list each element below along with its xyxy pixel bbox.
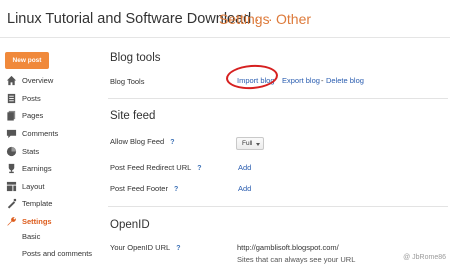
watermark: @ JbRome86 xyxy=(403,254,446,261)
trophy-icon xyxy=(8,163,15,174)
allow-feed-value: Full xyxy=(242,140,253,147)
blog-tools-label: Blog Tools xyxy=(110,77,145,86)
breadcrumb-other: Other xyxy=(276,11,312,27)
layout-icon xyxy=(6,181,17,192)
redirect-url-label: Post Feed Redirect URL xyxy=(110,163,192,172)
link-separator: - xyxy=(321,76,324,85)
wrench-icon xyxy=(7,217,16,226)
openid-url-value: http://gamblisoft.blogspot.com/ xyxy=(237,243,339,252)
help-icon[interactable]: ? xyxy=(197,165,201,172)
divider xyxy=(108,206,448,207)
help-icon[interactable]: ? xyxy=(170,139,174,146)
sidebar-item-layout[interactable]: Layout xyxy=(0,178,96,195)
comment-icon xyxy=(6,129,17,139)
header: Linux Tutorial and Software Download · S… xyxy=(0,0,450,38)
sidebar-item-settings[interactable]: Settings xyxy=(0,213,96,230)
openid-note: Sites that can always see your URL xyxy=(237,255,356,264)
sidebar-item-label: Comments xyxy=(22,129,59,138)
feed-footer-label: Post Feed Footer xyxy=(110,184,168,193)
section-title-site-feed: Site feed xyxy=(110,110,156,122)
footer-add-link[interactable]: Add xyxy=(238,184,251,193)
sidebar-item-label: Pages xyxy=(22,111,44,120)
sidebar-item-comments[interactable]: Comments xyxy=(0,125,96,142)
sidebar-item-stats[interactable]: Stats xyxy=(0,143,96,160)
openid-row-label: Your OpenID URL? xyxy=(110,243,180,252)
posts-icon xyxy=(7,93,16,104)
sidebar-item-label: Layout xyxy=(22,182,45,191)
breadcrumb-separator-2: · xyxy=(268,11,273,27)
footer-row-label: Post Feed Footer? xyxy=(110,184,178,193)
blog-title[interactable]: Linux Tutorial and Software Download xyxy=(7,11,251,27)
redirect-add-link[interactable]: Add xyxy=(238,163,251,172)
export-blog-link[interactable]: Export blog xyxy=(282,76,320,85)
sidebar-item-pages[interactable]: Pages xyxy=(0,107,96,124)
sidebar-item-posts[interactable]: Posts xyxy=(0,90,96,107)
section-title-blog-tools: Blog tools xyxy=(110,52,161,64)
allow-feed-row-label: Allow Blog Feed? xyxy=(110,137,174,146)
settings-main: Blog tools Blog Tools Import blog Export… xyxy=(100,38,450,265)
allow-feed-select[interactable]: Full xyxy=(236,137,264,150)
new-post-button[interactable]: New post xyxy=(5,52,49,69)
section-title-openid: OpenID xyxy=(110,219,150,231)
sidebar-item-label: Template xyxy=(22,199,53,208)
sidebar-item-label: Settings xyxy=(22,217,52,226)
redirect-row-label: Post Feed Redirect URL? xyxy=(110,163,202,172)
divider xyxy=(108,98,448,99)
breadcrumb-settings[interactable]: Settings xyxy=(219,11,270,27)
allow-feed-label: Allow Blog Feed xyxy=(110,137,165,146)
red-annotation-circle xyxy=(225,63,279,91)
stats-icon xyxy=(6,146,17,157)
chevron-down-icon xyxy=(256,143,260,146)
sidebar-item-overview[interactable]: Overview xyxy=(0,72,96,89)
sidebar-item-label: Overview xyxy=(22,76,54,85)
pages-icon xyxy=(7,110,16,121)
sidebar-subitem-basic[interactable]: Basic xyxy=(22,232,40,241)
home-icon xyxy=(6,75,17,86)
sidebar-subitem-posts-comments[interactable]: Posts and comments xyxy=(22,249,92,258)
help-icon[interactable]: ? xyxy=(176,245,180,252)
sidebar-item-label: Earnings xyxy=(22,164,52,173)
sidebar-item-label: Posts xyxy=(22,94,41,103)
openid-url-label: Your OpenID URL xyxy=(110,243,171,252)
help-icon[interactable]: ? xyxy=(174,186,178,193)
template-icon xyxy=(7,198,17,209)
sidebar-item-template[interactable]: Template xyxy=(0,195,96,212)
sidebar-item-earnings[interactable]: Earnings xyxy=(0,160,96,177)
delete-blog-link[interactable]: Delete blog xyxy=(326,76,364,85)
sidebar-item-label: Stats xyxy=(22,147,40,156)
sidebar: New post Overview Posts Pages Comments S… xyxy=(0,38,96,265)
